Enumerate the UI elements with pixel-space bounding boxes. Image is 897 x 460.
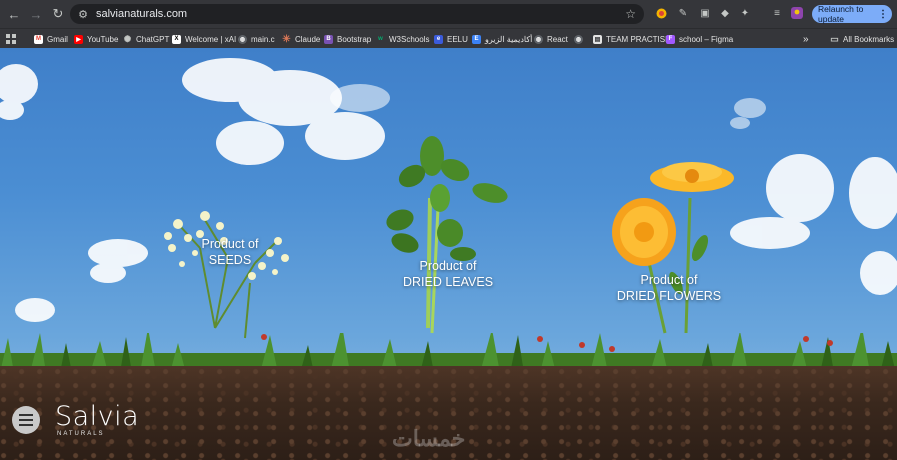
watermark: خمسات bbox=[392, 426, 466, 451]
bookmark-label: Claude bbox=[295, 34, 321, 44]
figma-icon: F bbox=[666, 34, 675, 44]
address-bar[interactable]: ⚙ salvianaturals.com ☆ bbox=[70, 4, 644, 24]
leaves-plant bbox=[386, 136, 508, 334]
bookmark-label: Gmail bbox=[47, 34, 68, 44]
product-flowers-line2: DRIED FLOWERS bbox=[616, 289, 722, 303]
kebab-menu-icon: ⋮ bbox=[878, 8, 888, 20]
bookmark-globe[interactable]: ◍ bbox=[574, 32, 587, 46]
bookmark-main-c[interactable]: ◍ main.c bbox=[238, 32, 275, 46]
back-icon[interactable]: ← bbox=[4, 4, 24, 24]
bookmark-react[interactable]: ◍ React bbox=[534, 32, 568, 46]
zero-academy-icon: E bbox=[472, 34, 481, 44]
apps-grid-icon[interactable] bbox=[6, 32, 16, 46]
bookmark-chatgpt[interactable]: ✺ ChatGPT bbox=[123, 32, 170, 46]
url-text[interactable]: salvianaturals.com bbox=[96, 8, 625, 20]
document-icon: ▤ bbox=[593, 34, 602, 44]
eyedropper-icon[interactable]: ✎ bbox=[676, 6, 690, 20]
bookmark-bootstrap[interactable]: B Bootstrap bbox=[324, 32, 371, 46]
bookmark-label: React bbox=[547, 34, 568, 44]
flowers-plant bbox=[612, 162, 734, 334]
bookmark-eelu[interactable]: e EELU bbox=[434, 32, 468, 46]
relaunch-label: Relaunch to update bbox=[818, 4, 864, 24]
bookmark-label: ChatGPT bbox=[136, 34, 170, 44]
bookmark-youtube[interactable]: ▶ YouTube bbox=[74, 32, 118, 46]
bookmarks-overflow-button[interactable]: » bbox=[803, 32, 809, 46]
bookmark-team-practise[interactable]: ▤ TEAM PRACTISE bbox=[593, 32, 670, 46]
bookmark-label: EELU bbox=[447, 34, 468, 44]
product-dried-leaves-link[interactable]: Product of DRIED LEAVES bbox=[392, 258, 504, 290]
all-bookmarks-button[interactable]: ▭ All Bookmarks bbox=[830, 32, 894, 46]
bookmark-star-icon[interactable]: ☆ bbox=[625, 7, 636, 21]
gmail-icon: M bbox=[34, 34, 43, 44]
product-leaves-line1: Product of bbox=[419, 259, 477, 273]
shield-icon[interactable]: ◆ bbox=[718, 6, 732, 20]
product-leaves-line2: DRIED LEAVES bbox=[402, 275, 494, 289]
reading-list-icon[interactable]: ≡ bbox=[770, 6, 784, 20]
bookmark-label: W3Schools bbox=[389, 34, 430, 44]
claude-icon: ✳ bbox=[282, 33, 291, 45]
bookmark-label: Welcome | xAI bbox=[185, 34, 237, 44]
product-seeds-line1: Product of bbox=[201, 237, 259, 251]
hero-section: Product of SEEDS Product of DRIED LEAVES… bbox=[0, 48, 897, 460]
bookmark-xai[interactable]: X Welcome | xAI bbox=[172, 32, 236, 46]
xai-icon: X bbox=[172, 34, 181, 44]
bookmarks-bar: M Gmail ▶ YouTube ✺ ChatGPT X Welcome | … bbox=[0, 28, 897, 48]
bookmark-label: main.c bbox=[251, 34, 275, 44]
bookmark-claude[interactable]: ✳ Claude bbox=[282, 32, 320, 46]
globe-icon: ◍ bbox=[534, 34, 543, 44]
chatgpt-icon: ✺ bbox=[123, 33, 132, 44]
all-bookmarks-label: All Bookmarks bbox=[843, 34, 895, 44]
bootstrap-icon: B bbox=[324, 34, 333, 44]
salvia-logo[interactable]: Salvia NATURALS bbox=[55, 401, 165, 441]
extensions-puzzle-icon[interactable]: ✦ bbox=[738, 6, 752, 20]
product-dried-flowers-link[interactable]: Product of DRIED FLOWERS bbox=[606, 272, 732, 304]
globe-icon: ◍ bbox=[238, 34, 247, 44]
bookmark-zero-academy[interactable]: E أكاديمية الزيرو bbox=[472, 32, 532, 46]
product-flowers-line1: Product of bbox=[640, 273, 698, 287]
hamburger-icon bbox=[19, 414, 33, 426]
bookmark-label: أكاديمية الزيرو bbox=[485, 34, 533, 44]
profile-avatar-icon[interactable] bbox=[790, 6, 804, 20]
site-info-icon[interactable]: ⚙ bbox=[76, 7, 90, 21]
forward-icon[interactable]: → bbox=[26, 4, 46, 24]
relaunch-button[interactable]: Relaunch to update ⋮ bbox=[812, 4, 892, 24]
folder-icon: ▭ bbox=[830, 33, 839, 44]
w3schools-icon: w bbox=[378, 36, 383, 42]
logo-subtitle: NATURALS bbox=[57, 431, 105, 437]
bookmark-label: school – Figma bbox=[679, 34, 734, 44]
reload-icon[interactable]: ↻ bbox=[48, 4, 68, 24]
eelu-icon: e bbox=[434, 34, 443, 44]
extension-color-icon[interactable] bbox=[654, 6, 668, 20]
bookmark-label: Bootstrap bbox=[337, 34, 372, 44]
bookmark-label: TEAM PRACTISE bbox=[606, 34, 671, 44]
hamburger-menu-button[interactable] bbox=[12, 406, 40, 434]
globe-icon: ◍ bbox=[574, 34, 583, 44]
bookmark-label: YouTube bbox=[87, 34, 119, 44]
youtube-icon: ▶ bbox=[74, 34, 83, 44]
bookmark-w3schools[interactable]: w W3Schools bbox=[376, 32, 429, 46]
bookmark-gmail[interactable]: M Gmail bbox=[34, 32, 68, 46]
product-seeds-line2: SEEDS bbox=[208, 253, 252, 267]
extension-screen-icon[interactable]: ▣ bbox=[698, 6, 712, 20]
product-seeds-link[interactable]: Product of SEEDS bbox=[188, 236, 272, 268]
logo-name: Salvia bbox=[55, 401, 140, 432]
bookmark-figma[interactable]: F school – Figma bbox=[666, 32, 733, 46]
